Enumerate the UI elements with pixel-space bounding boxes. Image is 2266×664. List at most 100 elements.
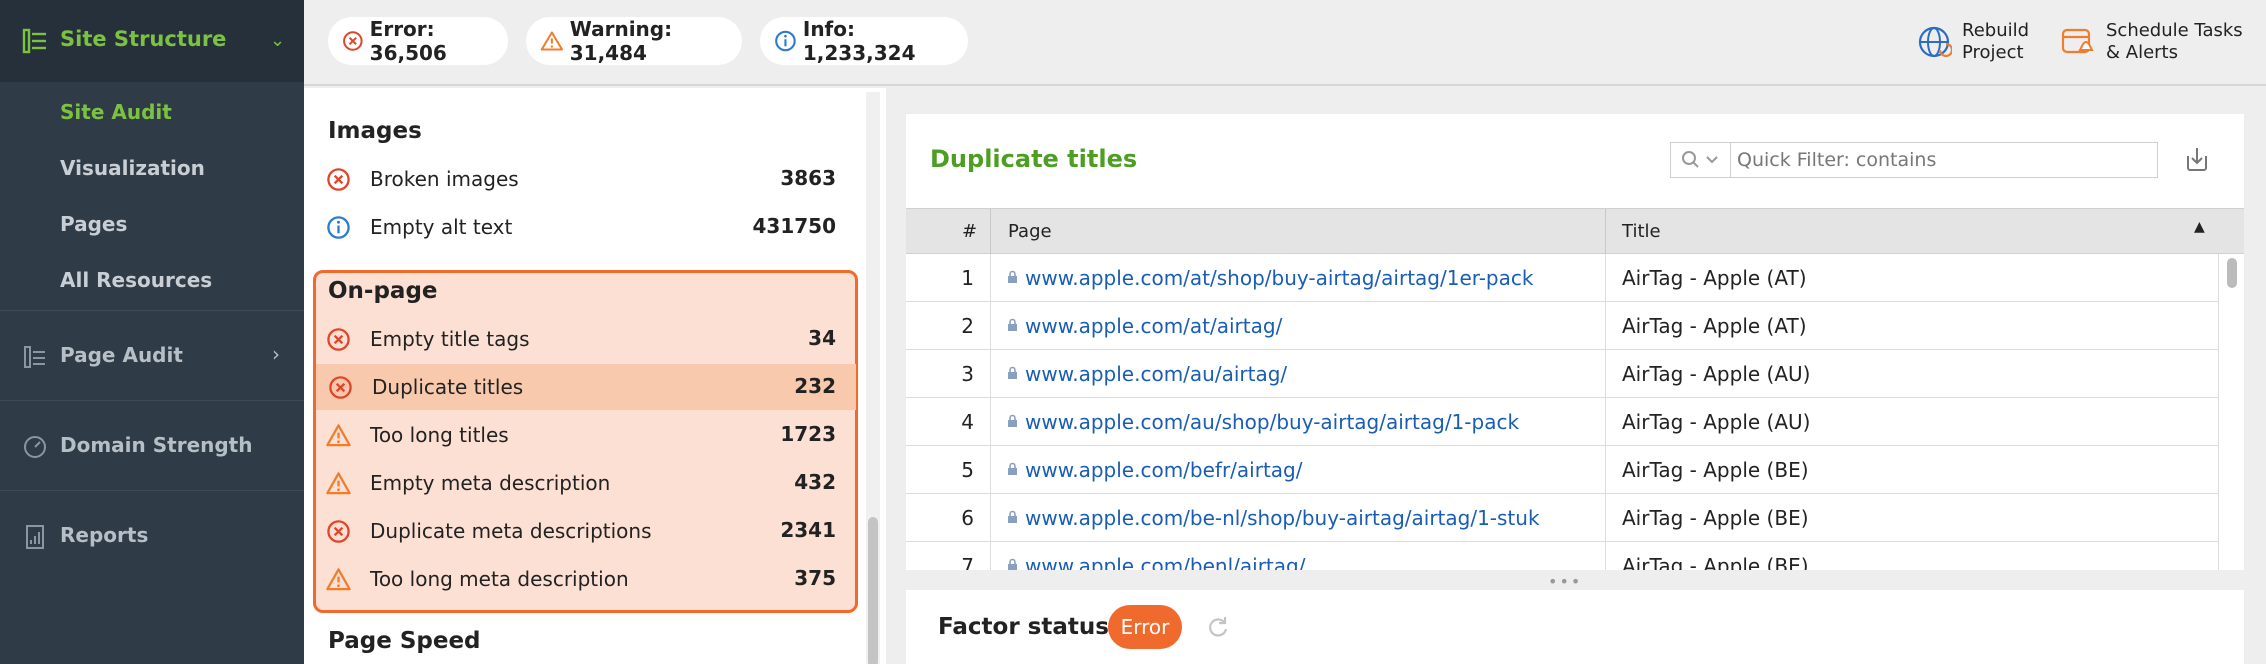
info-icon [327, 216, 350, 239]
info-count-label: Info: 1,233,324 [802, 17, 916, 65]
error-icon [343, 31, 363, 51]
factor-row-duplicate-titles[interactable]: Duplicate titles 232 [316, 364, 856, 410]
cell-separator [1605, 398, 1606, 446]
page-url-link[interactable]: www.apple.com/be-nl/shop/buy-airtag/airt… [1025, 506, 1540, 530]
page-url-link[interactable]: www.apple.com/benl/airtag/ [1025, 554, 1305, 570]
factor-count: 34 [808, 326, 836, 350]
rebuild-label-line2: Project [1962, 42, 2024, 63]
quick-filter [1670, 142, 2158, 178]
table-row[interactable]: 5 www.apple.com/befr/airtag/ AirTag - Ap… [906, 446, 2218, 494]
table-row[interactable]: 7 www.apple.com/benl/airtag/ AirTag - Ap… [906, 542, 2218, 570]
sort-asc-icon[interactable]: ▲ [2194, 219, 2205, 235]
rebuild-label-line1: Rebuild [1962, 20, 2030, 41]
page-url-link[interactable]: www.apple.com/befr/airtag/ [1025, 458, 1302, 482]
factor-label: Empty alt text [370, 215, 513, 239]
cell-separator [1605, 446, 1606, 494]
sidebar-item-label: Reports [60, 523, 149, 547]
warning-icon [326, 472, 351, 495]
column-header-number[interactable]: # [962, 221, 977, 242]
info-count-pill[interactable]: Info: 1,233,324 [760, 17, 968, 65]
cell-separator [990, 254, 991, 302]
error-count-label: Error: 36,506 [369, 17, 447, 65]
column-header-title[interactable]: Title [1622, 221, 1661, 242]
row-number: 1 [961, 266, 974, 290]
row-number: 3 [961, 362, 974, 386]
scrollbar-thumb[interactable] [2227, 258, 2237, 288]
row-number: 4 [961, 410, 974, 434]
page-url-link[interactable]: www.apple.com/at/shop/buy-airtag/airtag/… [1025, 266, 1533, 290]
sidebar-item-page-audit[interactable]: Page Audit › [0, 326, 304, 386]
sidebar-item-all-resources[interactable]: All Resources [60, 268, 212, 292]
section-title-page-speed: Page Speed [328, 628, 481, 654]
sidebar-item-label: Page Audit [60, 343, 183, 367]
table-row[interactable]: 3 www.apple.com/au/airtag/ AirTag - Appl… [906, 350, 2218, 398]
sidebar-item-label: Domain Strength [60, 433, 253, 457]
warning-icon [540, 31, 564, 51]
chevron-right-icon: › [272, 342, 280, 366]
section-title-images: Images [328, 118, 422, 144]
calendar-alert-icon [2061, 28, 2094, 54]
factor-count: 1723 [780, 422, 836, 446]
error-icon [329, 376, 352, 399]
page-url-link[interactable]: www.apple.com/at/airtag/ [1025, 314, 1282, 338]
chevron-down-icon[interactable]: ⌄ [270, 30, 285, 51]
warning-icon [326, 568, 351, 591]
factor-list-scrollbar[interactable] [866, 92, 880, 664]
table-row[interactable]: 2 www.apple.com/at/airtag/ AirTag - Appl… [906, 302, 2218, 350]
factor-label: Empty meta description [370, 471, 611, 495]
table-scrollbar[interactable] [2218, 254, 2244, 570]
quick-filter-input[interactable] [1737, 143, 2147, 177]
factor-count: 431750 [752, 214, 837, 238]
factor-row-broken-images[interactable]: Broken images 3863 [314, 156, 856, 202]
factor-row-too-long-meta-description[interactable]: Too long meta description 375 [314, 556, 856, 602]
column-separator [1605, 209, 1606, 255]
cell-separator [1605, 350, 1606, 398]
sidebar-item-domain-strength[interactable]: Domain Strength [0, 416, 304, 476]
drag-handle-icon[interactable]: ••• [1548, 572, 1582, 591]
page-title-cell: AirTag - Apple (AT) [1622, 266, 1807, 290]
cell-separator [990, 542, 991, 570]
search-icon [1682, 151, 1718, 168]
top-bar: Error: 36,506 Warning: 31,484 Info: 1,23… [304, 0, 2266, 86]
cell-separator [990, 398, 991, 446]
factor-count: 232 [794, 374, 836, 398]
factor-label: Too long titles [370, 423, 509, 447]
table-row[interactable]: 1 www.apple.com/at/shop/buy-airtag/airta… [906, 254, 2218, 302]
export-icon[interactable] [2182, 144, 2212, 174]
error-count-pill[interactable]: Error: 36,506 [328, 17, 508, 65]
factor-row-too-long-titles[interactable]: Too long titles 1723 [314, 412, 856, 458]
sidebar-item-reports[interactable]: Reports [0, 506, 304, 566]
sidebar-header-site-structure[interactable]: Site Structure ⌄ [0, 0, 304, 82]
schedule-label-line2: & Alerts [2106, 42, 2178, 63]
factor-status-badge[interactable]: Error [1108, 605, 1182, 649]
warning-count-label: Warning: 31,484 [569, 17, 673, 65]
error-icon [327, 520, 350, 543]
cell-separator [1605, 254, 1606, 302]
warning-count-pill[interactable]: Warning: 31,484 [526, 17, 742, 65]
factor-row-duplicate-meta-descriptions[interactable]: Duplicate meta descriptions 2341 [314, 508, 856, 554]
sidebar-item-site-audit[interactable]: Site Audit [60, 100, 172, 124]
sidebar-item-pages[interactable]: Pages [60, 212, 127, 236]
page-url-link[interactable]: www.apple.com/au/airtag/ [1025, 362, 1287, 386]
sidebar-item-visualization[interactable]: Visualization [60, 156, 205, 180]
factor-label: Empty title tags [370, 327, 530, 351]
schedule-label-line1: Schedule Tasks [2106, 20, 2243, 41]
schedule-tasks-button[interactable]: Schedule Tasks & Alerts [2060, 18, 2243, 66]
table-row[interactable]: 6 www.apple.com/be-nl/shop/buy-airtag/ai… [906, 494, 2218, 542]
factor-row-empty-meta-description[interactable]: Empty meta description 432 [314, 460, 856, 506]
cell-separator [990, 446, 991, 494]
rebuild-project-button[interactable]: Rebuild Project [1916, 18, 2029, 66]
column-header-page[interactable]: Page [1008, 221, 1052, 242]
row-number: 5 [961, 458, 974, 482]
table-body: 1 www.apple.com/at/shop/buy-airtag/airta… [906, 254, 2218, 570]
panel-splitter[interactable]: ••• [906, 570, 2244, 591]
page-url-link[interactable]: www.apple.com/au/shop/buy-airtag/airtag/… [1025, 410, 1519, 434]
factor-row-empty-alt-text[interactable]: Empty alt text 431750 [314, 204, 856, 250]
cell-separator [990, 302, 991, 350]
refresh-icon[interactable] [1204, 614, 1230, 640]
page-title-cell: AirTag - Apple (AU) [1622, 362, 1811, 386]
filter-mode-dropdown[interactable] [1671, 143, 1731, 177]
factor-row-empty-title-tags[interactable]: Empty title tags 34 [314, 316, 856, 362]
table-row[interactable]: 4 www.apple.com/au/shop/buy-airtag/airta… [906, 398, 2218, 446]
scrollbar-thumb[interactable] [868, 517, 878, 664]
